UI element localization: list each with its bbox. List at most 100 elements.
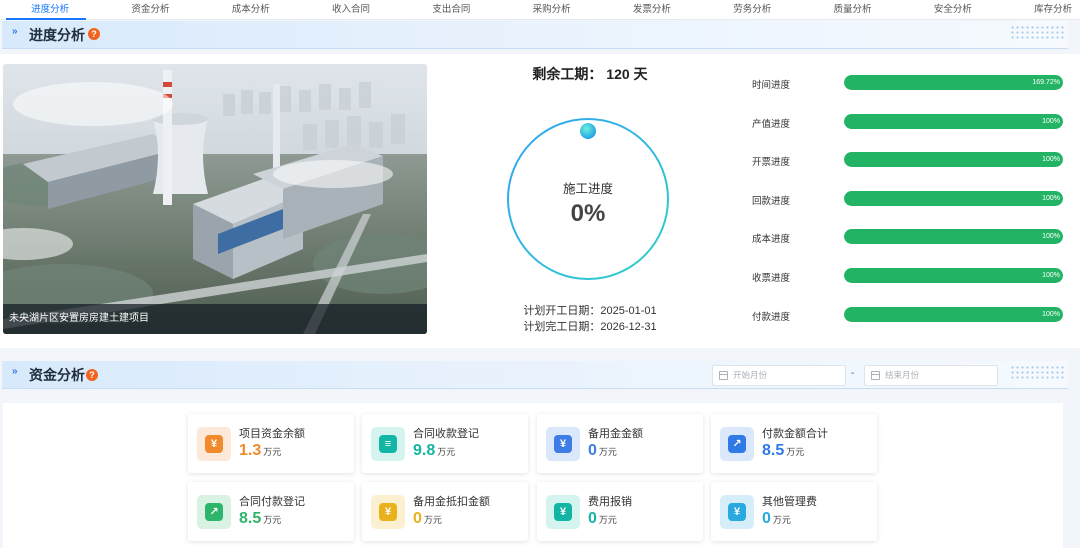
card-value-line: 8.5 万元 bbox=[239, 510, 281, 528]
progress-fill bbox=[844, 307, 1063, 322]
card-value: 8.5 bbox=[239, 510, 262, 527]
card-unit: 万元 bbox=[437, 447, 456, 457]
progress-row-payment: 付款进度 100% bbox=[752, 307, 1064, 323]
finance-card[interactable]: ¥ 备用金抵扣金额 0 万元 bbox=[362, 482, 528, 541]
analysis-tab-bar: 进度分析 资金分析 成本分析 收入合同 支出合同 采购分析 发票分析 劳务分析 … bbox=[0, 0, 1080, 20]
progress-track: 100% bbox=[844, 268, 1063, 283]
progress-row-collection: 回款进度 100% bbox=[752, 191, 1064, 207]
progress-row-cost: 成本进度 100% bbox=[752, 229, 1064, 245]
plan-dates: 计划开工日期：2025-01-01 计划完工日期：2026-12-31 bbox=[480, 303, 700, 335]
payment-total-icon: ↗ bbox=[720, 427, 754, 461]
end-month-input[interactable]: 结束月份 bbox=[864, 365, 998, 386]
progress-track: 100% bbox=[844, 191, 1063, 206]
progress-label: 收票进度 bbox=[752, 273, 791, 284]
progress-percent: 169.72% bbox=[1032, 79, 1060, 86]
finance-card[interactable]: ¥ 备用金金额 0 万元 bbox=[537, 414, 703, 473]
card-value: 9.8 bbox=[413, 442, 436, 459]
progress-label: 时间进度 bbox=[752, 80, 791, 91]
progress-track: 100% bbox=[844, 114, 1063, 129]
tab-expense-contract[interactable]: 支出合同 bbox=[401, 0, 501, 20]
card-label: 备用金金额 bbox=[588, 428, 643, 440]
card-value: 8.5 bbox=[762, 442, 785, 459]
card-value: 0 bbox=[762, 510, 771, 527]
card-icon-glyph: ↗ bbox=[728, 435, 746, 453]
card-value: 1.3 bbox=[239, 442, 262, 459]
progress-track: 100% bbox=[844, 152, 1063, 167]
calendar-icon bbox=[871, 371, 880, 380]
progress-percent: 100% bbox=[1042, 272, 1060, 279]
progress-fill bbox=[844, 152, 1063, 167]
tab-safety[interactable]: 安全分析 bbox=[903, 0, 1003, 20]
tab-invoice[interactable]: 发票分析 bbox=[602, 0, 702, 20]
card-unit: 万元 bbox=[598, 515, 617, 525]
card-label: 项目资金余额 bbox=[239, 428, 305, 440]
card-value: 0 bbox=[588, 442, 597, 459]
progress-section-header: » 进度分析 ? bbox=[2, 21, 1068, 49]
card-icon-glyph: ¥ bbox=[728, 503, 746, 521]
card-value: 0 bbox=[413, 510, 422, 527]
tab-quality[interactable]: 质量分析 bbox=[802, 0, 902, 20]
contract-payment-icon: ↗ bbox=[197, 495, 231, 529]
card-unit: 万元 bbox=[423, 515, 442, 525]
project-photo: 未央湖片区安置房房建土建项目 bbox=[3, 64, 427, 334]
finance-card[interactable]: ≡ 合同收款登记 9.8 万元 bbox=[362, 414, 528, 473]
progress-fill bbox=[844, 114, 1063, 129]
progress-fill bbox=[844, 268, 1063, 283]
contract-receipt-icon: ≡ bbox=[371, 427, 405, 461]
question-icon[interactable]: ? bbox=[88, 28, 100, 40]
tab-cost[interactable]: 成本分析 bbox=[201, 0, 301, 20]
progress-percent: 100% bbox=[1042, 233, 1060, 240]
question-icon[interactable]: ? bbox=[86, 369, 98, 381]
progress-row-output: 产值进度 100% bbox=[752, 114, 1064, 130]
card-value-line: 0 万元 bbox=[588, 442, 617, 460]
finance-card[interactable]: ¥ 项目资金余额 1.3 万元 bbox=[188, 414, 354, 473]
card-unit: 万元 bbox=[263, 515, 282, 525]
progress-fill bbox=[844, 75, 1063, 90]
progress-row-time: 时间进度 169.72% bbox=[752, 75, 1064, 91]
finance-card[interactable]: ↗ 付款金额合计 8.5 万元 bbox=[711, 414, 877, 473]
tab-income-contract[interactable]: 收入合同 bbox=[301, 0, 401, 20]
tab-inventory[interactable]: 库存分析 bbox=[1003, 0, 1080, 20]
finance-card[interactable]: ↗ 合同付款登记 8.5 万元 bbox=[188, 482, 354, 541]
tab-funds[interactable]: 资金分析 bbox=[100, 0, 200, 20]
progress-track: 100% bbox=[844, 229, 1063, 244]
card-label: 费用报销 bbox=[588, 496, 632, 508]
construction-progress-ring bbox=[507, 118, 669, 280]
decorative-dots bbox=[1010, 365, 1064, 381]
tab-purchase[interactable]: 采购分析 bbox=[501, 0, 601, 20]
decorative-dots bbox=[1010, 25, 1064, 41]
double-chevron-right-icon: » bbox=[12, 366, 18, 377]
progress-row-receipt: 收票进度 100% bbox=[752, 268, 1064, 284]
tab-labor[interactable]: 劳务分析 bbox=[702, 0, 802, 20]
power-plant-illustration bbox=[3, 64, 427, 334]
card-value-line: 0 万元 bbox=[413, 510, 442, 528]
card-value-line: 8.5 万元 bbox=[762, 442, 804, 460]
card-label: 合同付款登记 bbox=[239, 496, 305, 508]
card-icon-glyph: ¥ bbox=[205, 435, 223, 453]
ring-value: 0% bbox=[570, 200, 606, 227]
card-unit: 万元 bbox=[786, 447, 805, 457]
card-icon-glyph: ¥ bbox=[379, 503, 397, 521]
double-chevron-right-icon: » bbox=[12, 26, 18, 37]
remaining-duration: 剩余工期： 120 天 bbox=[532, 66, 648, 82]
card-label: 合同收款登记 bbox=[413, 428, 479, 440]
plan-end-date: 计划完工日期：2026-12-31 bbox=[523, 321, 657, 333]
finance-panel bbox=[3, 403, 1063, 548]
finance-card[interactable]: ¥ 费用报销 0 万元 bbox=[537, 482, 703, 541]
reserve-fund-icon: ¥ bbox=[546, 427, 580, 461]
card-value-line: 1.3 万元 bbox=[239, 442, 281, 460]
tab-progress[interactable]: 进度分析 bbox=[0, 0, 100, 20]
card-value-line: 0 万元 bbox=[588, 510, 617, 528]
progress-label: 回款进度 bbox=[752, 196, 791, 207]
progress-track: 100% bbox=[844, 307, 1063, 322]
progress-track: 169.72% bbox=[844, 75, 1063, 90]
card-value-line: 9.8 万元 bbox=[413, 442, 455, 460]
progress-label: 产值进度 bbox=[752, 119, 791, 130]
card-label: 其他管理费 bbox=[762, 496, 817, 508]
progress-fill bbox=[844, 191, 1063, 206]
finance-card[interactable]: ¥ 其他管理费 0 万元 bbox=[711, 482, 877, 541]
card-icon-glyph: ¥ bbox=[554, 503, 572, 521]
start-month-input[interactable]: 开始月份 bbox=[712, 365, 846, 386]
card-icon-glyph: ¥ bbox=[554, 435, 572, 453]
card-unit: 万元 bbox=[598, 447, 617, 457]
